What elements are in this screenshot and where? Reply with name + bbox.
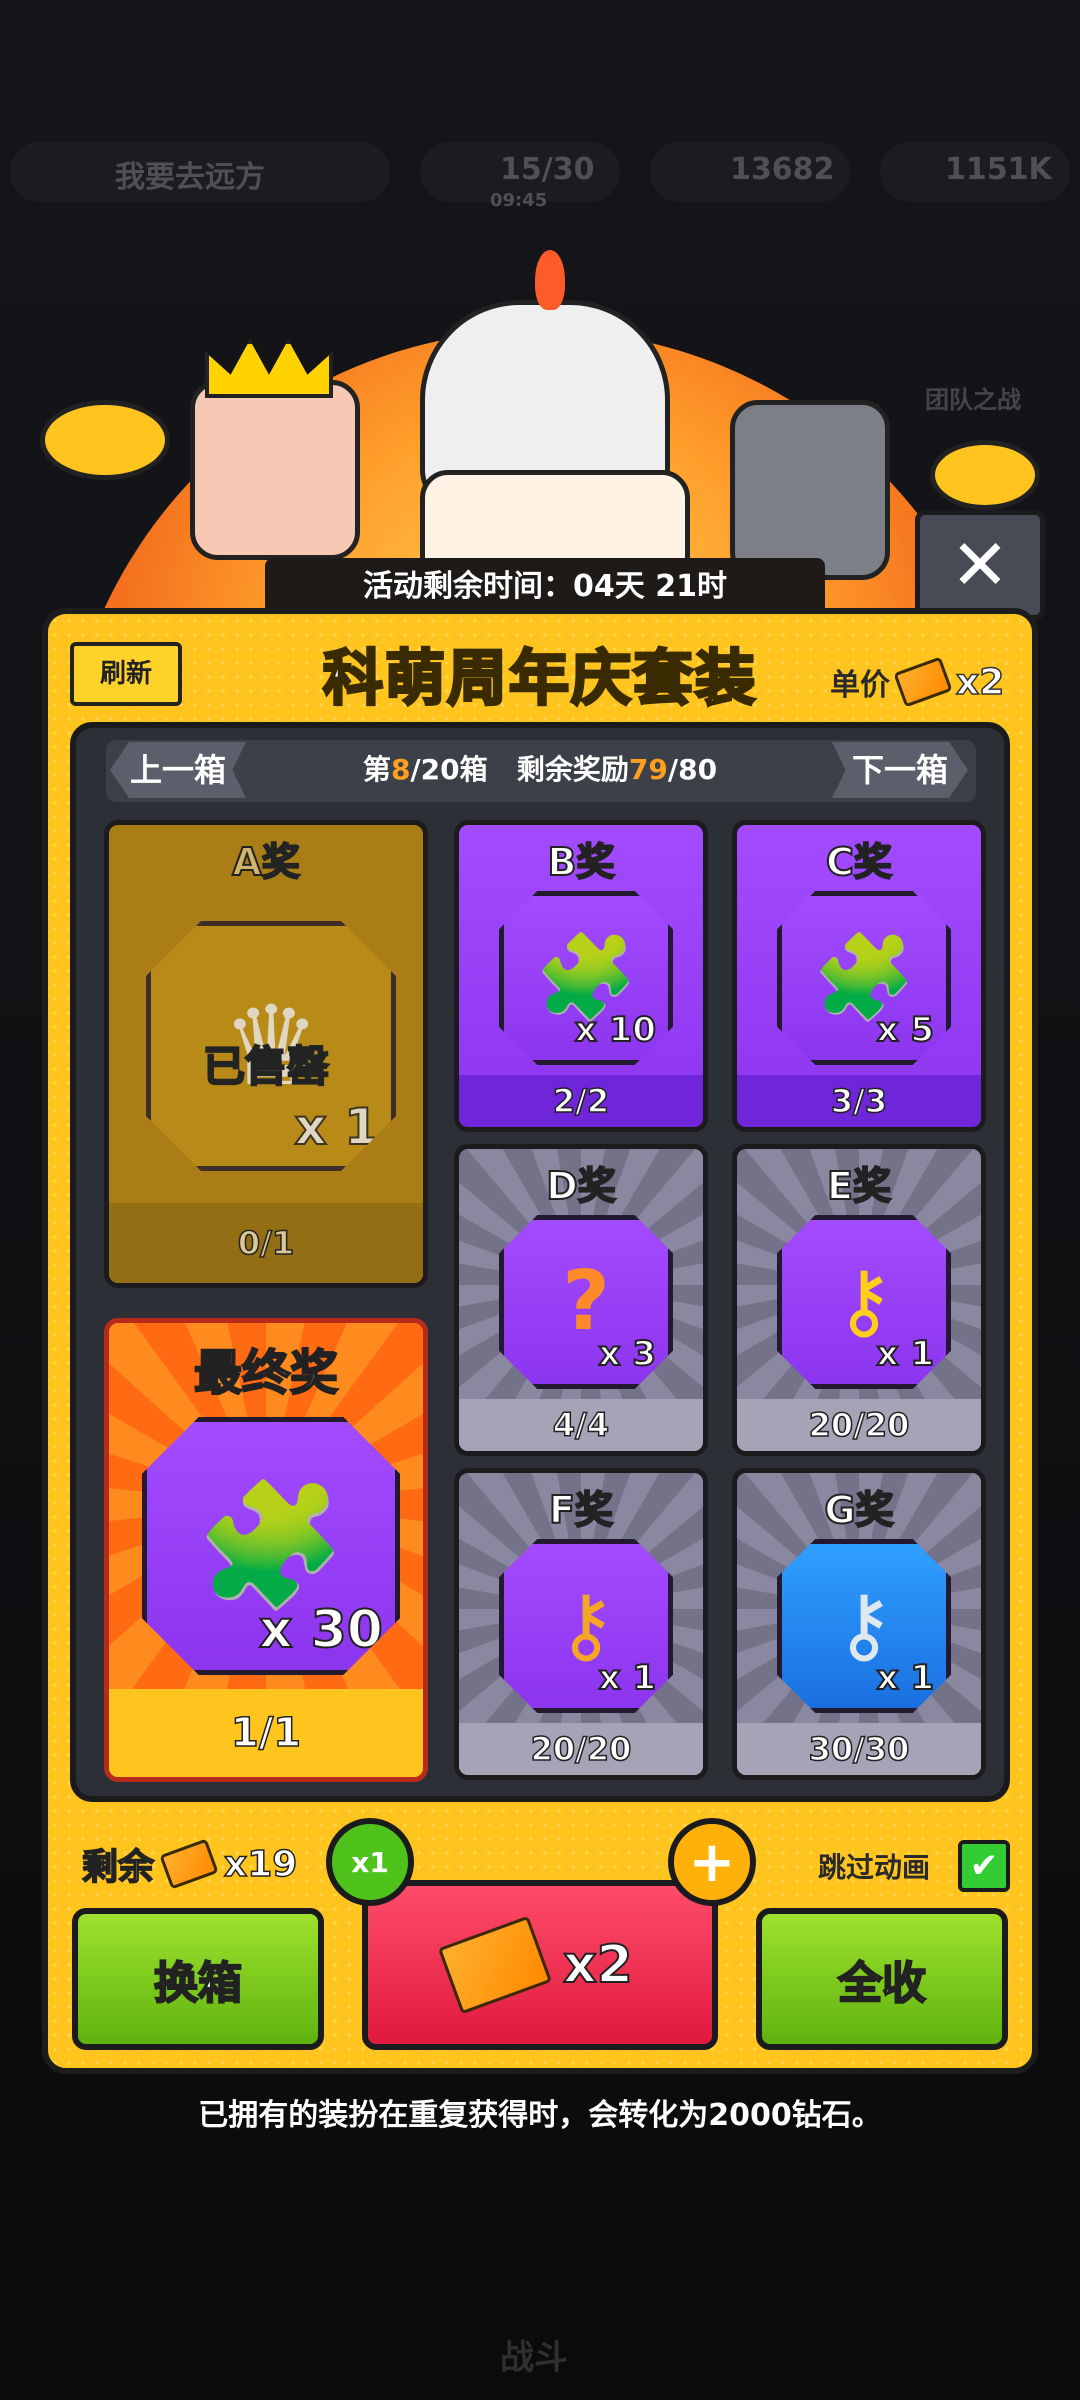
draw-button[interactable]: x2: [362, 1880, 718, 2050]
prize-count: 2/2: [459, 1075, 703, 1127]
silver-key-icon: ⚷ x 1: [777, 1539, 951, 1713]
prize-card-b[interactable]: B奖 🧩 x 10 2/2: [454, 820, 708, 1132]
coins-value: 13682: [730, 152, 835, 187]
draw-cost: x2: [562, 1934, 634, 1996]
close-icon: ✕: [950, 524, 1010, 606]
duplicate-conversion-note: 已拥有的装扮在重复获得时，会转化为2000钻石。: [198, 2098, 882, 2133]
ticket-icon: [438, 1915, 553, 2015]
box-current: 8: [390, 753, 411, 786]
prize-count: 3/3: [737, 1075, 981, 1127]
reward-total: /80: [667, 753, 718, 786]
unit-price-value: x2: [955, 661, 1005, 704]
skip-animation-checkbox[interactable]: ✔: [958, 1840, 1010, 1892]
crown-icon: [205, 340, 333, 398]
prev-box-button[interactable]: 上一箱: [110, 742, 246, 798]
box-total: /20箱: [410, 753, 488, 786]
prize-qty: x 30: [258, 1599, 384, 1661]
reward-current: 79: [628, 753, 668, 786]
bronze-key-icon: ⚷ x 1: [499, 1539, 673, 1713]
prize-count: 4/4: [459, 1399, 703, 1451]
box-prefix: 第: [362, 753, 391, 786]
stamina-value: 15/30: [500, 152, 595, 187]
prize-card-a[interactable]: A奖 ♛ x 1 已售罄 0/1: [104, 820, 428, 1288]
robot-character-icon: [730, 400, 890, 580]
refresh-button[interactable]: 刷新: [70, 642, 182, 706]
prize-count: 1/1: [109, 1689, 423, 1777]
prize-card-d[interactable]: D奖 ? x 3 4/4: [454, 1144, 708, 1456]
prize-qty: x 5: [876, 1009, 935, 1051]
prize-name: 最终奖: [193, 1344, 339, 1402]
puzzle-piece-icon: 🧩 x 10: [499, 891, 673, 1065]
player-name: 我要去远方: [115, 160, 265, 195]
candle-flame-icon: [535, 250, 565, 310]
prize-qty: x 1: [294, 1097, 380, 1157]
background-bottom-nav: [0, 2160, 1080, 2400]
ticket-icon: [893, 656, 953, 708]
prize-card-f[interactable]: F奖 ⚷ x 1 20/20: [454, 1468, 708, 1780]
gold-coin-icon: [40, 400, 170, 480]
mystery-puzzle-icon: ? x 3: [499, 1215, 673, 1389]
sold-out-label: 已售罄: [202, 1041, 330, 1092]
prize-card-e[interactable]: E奖 ⚷ x 1 20/20: [732, 1144, 986, 1456]
ticket-icon: [159, 1838, 219, 1890]
prize-count: 20/20: [459, 1723, 703, 1775]
princess-character-icon: [190, 380, 360, 560]
prize-qty: x 10: [574, 1009, 657, 1051]
skip-animation-label: 跳过动画: [818, 1851, 931, 1884]
collect-all-button[interactable]: 全收: [756, 1908, 1008, 2050]
prize-qty: x 1: [876, 1333, 935, 1375]
prize-name: G奖: [823, 1487, 894, 1533]
background-hud: 我要去远方 15/30 09:45 13682 1151K: [0, 130, 1080, 230]
close-button[interactable]: ✕: [915, 510, 1045, 620]
prize-count: 20/20: [737, 1399, 981, 1451]
multiplier-button[interactable]: x1: [326, 1818, 414, 1906]
prize-name: B奖: [547, 839, 616, 885]
prize-qty: x 1: [598, 1657, 657, 1699]
prize-qty: x 1: [876, 1657, 935, 1699]
gold-coin-icon: [930, 440, 1040, 510]
unit-price-label: 单价: [830, 668, 890, 703]
puzzle-piece-icon: 🧩 x 5: [777, 891, 951, 1065]
next-box-button[interactable]: 下一箱: [832, 742, 968, 798]
prize-count: 0/1: [109, 1203, 423, 1283]
box-progress-info: 第8/20箱 剩余奖励79/80: [280, 742, 800, 798]
prize-count: 30/30: [737, 1723, 981, 1775]
panel-title: 科萌周年庆套装: [322, 643, 757, 716]
switch-box-button[interactable]: 换箱: [72, 1908, 324, 2050]
prize-name: A奖: [231, 839, 300, 885]
prize-card-final[interactable]: 最终奖 🧩 x 30 1/1: [104, 1318, 428, 1782]
gems-value: 1151K: [945, 152, 1052, 187]
unit-price: 单价 x2: [830, 656, 1005, 708]
reward-prefix: 剩余奖励: [516, 753, 629, 786]
remaining-label: 剩余: [81, 1846, 155, 1889]
puzzle-piece-icon: 🧩 x 30: [142, 1417, 400, 1675]
remaining-tickets: 剩余 x19: [81, 1838, 298, 1890]
stamina-timer: 09:45: [490, 190, 548, 211]
event-hero-banner: [40, 230, 1040, 890]
prize-name: F奖: [548, 1487, 614, 1533]
prize-name: C奖: [825, 839, 893, 885]
remaining-value: x19: [223, 1843, 298, 1886]
prize-card-g[interactable]: G奖 ⚷ x 1 30/30: [732, 1468, 986, 1780]
prize-name: D奖: [545, 1163, 617, 1209]
prize-name: E奖: [826, 1163, 892, 1209]
prize-card-c[interactable]: C奖 🧩 x 5 3/3: [732, 820, 986, 1132]
prize-qty: x 3: [598, 1333, 657, 1375]
plus-button[interactable]: +: [668, 1818, 756, 1906]
gold-key-icon: ⚷ x 1: [777, 1215, 951, 1389]
